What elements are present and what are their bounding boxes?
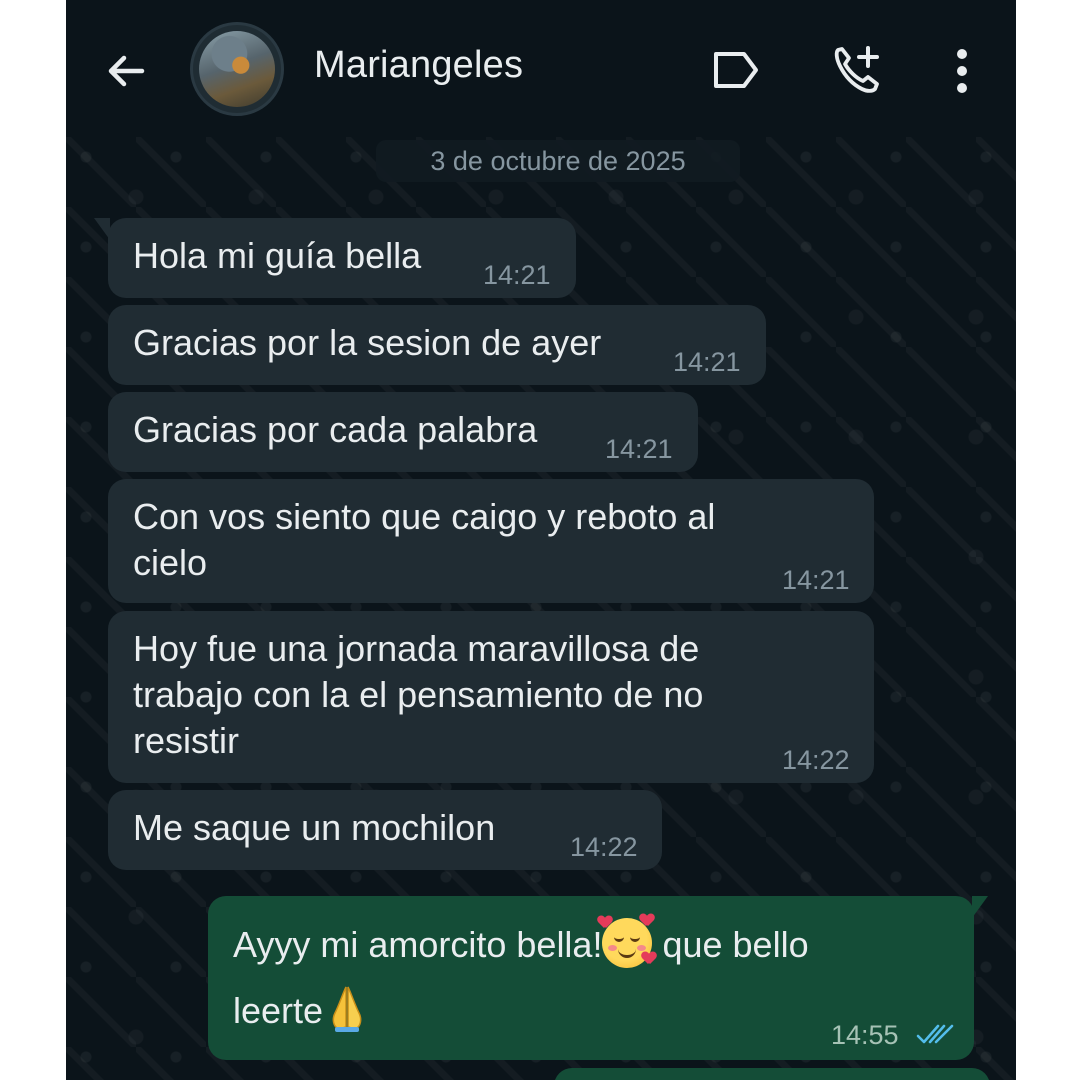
message-text: Con vos siento que caigo y reboto al cie… — [133, 494, 715, 586]
message-bubble-incoming[interactable]: Gracias por la sesion de ayer 14:21 — [108, 305, 766, 385]
message-text: Gracias por cada palabra — [133, 409, 538, 450]
message-bubble-incoming[interactable]: Con vos siento que caigo y reboto al cie… — [108, 479, 874, 603]
message-text: Ayyy mi amorcito bella! que bello leerte — [233, 918, 809, 1034]
message-time: 14:21 — [673, 347, 741, 377]
message-line: Con vos siento que caigo y reboto al — [133, 496, 716, 537]
folded-hands-icon — [332, 987, 362, 1033]
message-time: 14:22 — [782, 745, 850, 775]
read-receipt-icon — [916, 1024, 954, 1044]
message-bubble-incoming[interactable]: Me saque un mochilon 14:22 — [108, 790, 662, 870]
back-arrow-icon[interactable] — [102, 47, 150, 95]
bubble-tail — [972, 896, 988, 918]
message-line: Hoy fue una jornada maravillosa de — [133, 628, 700, 669]
label-icon[interactable] — [712, 48, 760, 92]
message-text: Me saque un mochilon — [133, 807, 496, 848]
message-line: leerte — [233, 987, 809, 1034]
message-line: cielo — [133, 542, 208, 583]
more-vert-icon[interactable] — [946, 46, 978, 96]
add-call-icon[interactable] — [830, 44, 882, 96]
message-text: Gracias por la sesion de ayer — [133, 322, 602, 363]
message-time: 14:21 — [782, 565, 850, 595]
message-time: 14:21 — [605, 434, 673, 464]
contact-name[interactable]: Mariangeles — [314, 44, 523, 87]
message-text: Hola mi guía bella — [133, 235, 422, 276]
message-text: Hoy fue una jornada maravillosa de traba… — [133, 626, 703, 764]
chat-header: Mariangeles — [66, 0, 1016, 137]
message-bubble-incoming[interactable]: Hoy fue una jornada maravillosa de traba… — [108, 611, 874, 783]
message-time: 14:22 — [570, 832, 638, 862]
message-time: 14:21 — [483, 260, 551, 290]
smiling-face-with-hearts-icon — [602, 918, 653, 969]
message-line: trabajo con la el pensamiento de no — [133, 674, 704, 715]
message-bubble-incoming[interactable]: Gracias por cada palabra 14:21 — [108, 392, 698, 472]
message-time: 14:55 — [831, 1020, 899, 1050]
message-bubble-incoming[interactable]: Hola mi guía bella 14:21 — [94, 218, 576, 298]
contact-avatar[interactable] — [190, 22, 284, 116]
message-line: resistir — [133, 720, 239, 761]
next-message-bubble-outgoing[interactable] — [554, 1068, 990, 1080]
message-segment: Ayyy mi amorcito bella! — [233, 924, 603, 965]
chat-screen: Mariangeles 3 de octubre de 2025 Hola mi… — [66, 0, 1016, 1080]
message-segment: leerte — [233, 990, 324, 1031]
message-segment: que bello — [652, 924, 809, 965]
date-divider: 3 de octubre de 2025 — [376, 140, 740, 182]
bubble-tail — [94, 218, 110, 240]
message-line: Ayyy mi amorcito bella! que bello — [233, 918, 809, 982]
avatar-photo — [199, 31, 275, 107]
message-bubble-outgoing[interactable]: Ayyy mi amorcito bella! que bello leerte… — [208, 896, 988, 1060]
